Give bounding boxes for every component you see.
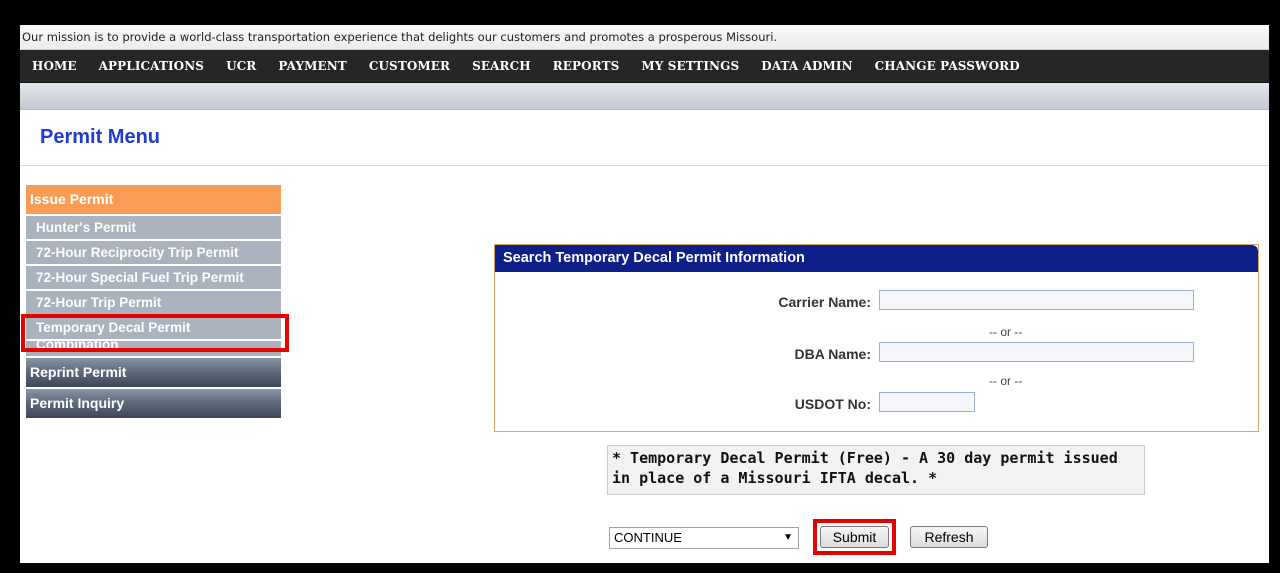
sidebar-item-72hr-trip[interactable]: 72-Hour Trip Permit <box>26 291 281 314</box>
sidebar-item-temporary-decal[interactable]: Temporary Decal Permit <box>26 316 281 339</box>
nav-reports[interactable]: REPORTS <box>553 59 620 73</box>
action-select[interactable]: CONTINUE ▼ <box>609 527 799 549</box>
page-title-bar: Permit Menu <box>20 110 1269 166</box>
sub-nav-bar <box>20 83 1269 110</box>
nav-ucr[interactable]: UCR <box>226 59 256 73</box>
submit-button[interactable]: Submit <box>820 526 889 548</box>
sidebar-permit-inquiry[interactable]: Permit Inquiry <box>26 389 281 418</box>
permit-info-line-2: in place of a Missouri IFTA decal. * <box>612 469 938 487</box>
refresh-button[interactable]: Refresh <box>910 526 988 548</box>
sidebar-item-combination-label: Combination <box>36 341 119 352</box>
sidebar-item-72hr-reciprocity[interactable]: 72-Hour Reciprocity Trip Permit <box>26 241 281 264</box>
action-select-value: CONTINUE <box>614 530 682 545</box>
page-title: Permit Menu <box>40 126 161 148</box>
nav-home[interactable]: HOME <box>32 59 77 73</box>
or-separator-1: -- or -- <box>989 325 1023 339</box>
nav-customer[interactable]: CUSTOMER <box>369 59 450 73</box>
sidebar-item-combination[interactable]: Combination <box>26 341 281 356</box>
dba-name-label: DBA Name: <box>794 346 872 362</box>
nav-applications[interactable]: APPLICATIONS <box>99 59 204 73</box>
carrier-name-input[interactable] <box>879 290 1194 310</box>
sidebar-item-72hr-special-fuel[interactable]: 72-Hour Special Fuel Trip Permit <box>26 266 281 289</box>
chevron-down-icon: ▼ <box>783 532 793 543</box>
nav-payment[interactable]: PAYMENT <box>278 59 346 73</box>
usdot-label: USDOT No: <box>794 396 871 412</box>
sidebar-item-hunters-permit[interactable]: Hunter's Permit <box>26 216 281 239</box>
carrier-name-label: Carrier Name: <box>778 294 871 310</box>
nav-my-settings[interactable]: MY SETTINGS <box>641 59 739 73</box>
main-nav: HOME APPLICATIONS UCR PAYMENT CUSTOMER S… <box>20 50 1269 83</box>
browser-content: Our mission is to provide a world-class … <box>20 25 1269 563</box>
search-panel-header: Search Temporary Decal Permit Informatio… <box>495 245 1258 272</box>
or-separator-2: -- or -- <box>989 374 1023 388</box>
nav-data-admin[interactable]: DATA ADMIN <box>761 59 852 73</box>
nav-change-password[interactable]: CHANGE PASSWORD <box>875 59 1020 73</box>
search-panel: Search Temporary Decal Permit Informatio… <box>494 244 1259 432</box>
sidebar-reprint-permit[interactable]: Reprint Permit <box>26 358 281 387</box>
permit-info-line-1: * Temporary Decal Permit (Free) - A 30 d… <box>612 449 1118 467</box>
usdot-input[interactable] <box>879 392 975 412</box>
permit-sidebar: Issue Permit Hunter's Permit 72-Hour Rec… <box>26 185 281 420</box>
dba-name-input[interactable] <box>879 342 1194 362</box>
sidebar-issue-permit[interactable]: Issue Permit <box>26 185 281 214</box>
nav-search[interactable]: SEARCH <box>472 59 531 73</box>
permit-info-note: * Temporary Decal Permit (Free) - A 30 d… <box>607 445 1145 495</box>
mission-banner: Our mission is to provide a world-class … <box>20 25 1269 50</box>
